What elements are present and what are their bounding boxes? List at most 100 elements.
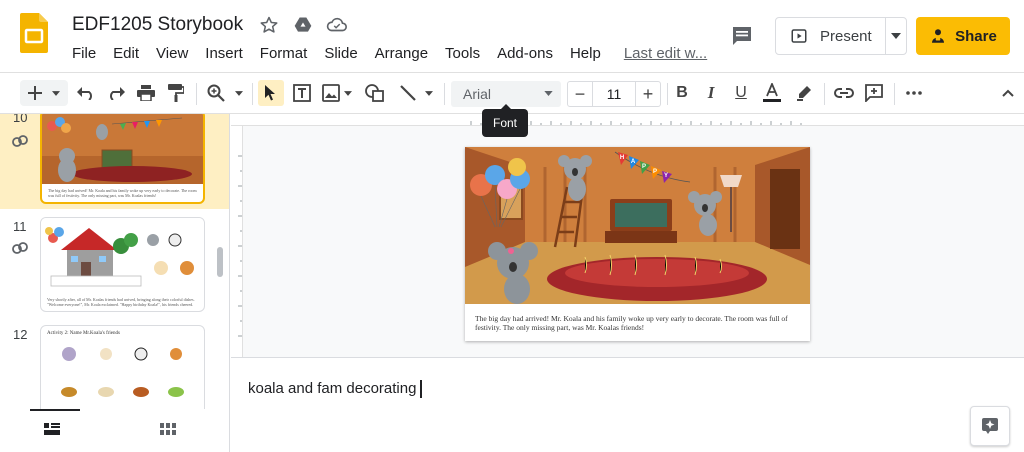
house-and-friends-illustration (41, 218, 204, 293)
activity-title: Activity 2: Name Mr.Koala's friends (47, 331, 120, 336)
current-slide[interactable]: H A P P Y The big day had arrived! Mr. K… (465, 147, 810, 341)
paint-format-button[interactable] (164, 80, 188, 106)
zoom-button[interactable] (204, 80, 246, 106)
more-horiz-icon (906, 91, 922, 95)
print-button[interactable] (134, 80, 158, 106)
menu-slide[interactable]: Slide (324, 45, 364, 62)
explore-button[interactable] (970, 406, 1010, 446)
link-icon (834, 88, 854, 98)
text-box-button[interactable] (290, 80, 314, 106)
filmstrip-view-icon (44, 423, 60, 435)
shape-button[interactable] (362, 80, 388, 106)
filmstrip-view-button[interactable] (44, 422, 60, 440)
slide-thumbnail: Very shortly after, all of Mr. Koalas fr… (40, 217, 205, 312)
share-button[interactable]: Share (916, 17, 1010, 55)
caret-down-icon (544, 91, 553, 96)
increase-font-size-button[interactable]: + (636, 82, 660, 106)
linked-object-icon (12, 135, 28, 147)
font-size-input[interactable]: 11 (592, 82, 636, 106)
move-to-drive-icon[interactable] (292, 14, 314, 36)
menu-help[interactable]: Help (570, 45, 608, 62)
present-options-button[interactable] (886, 33, 906, 39)
menu-addons[interactable]: Add-ons (497, 45, 560, 62)
filmstrip-scrollbar[interactable] (217, 247, 223, 277)
app-header: EDF1205 Storybook File Edit View Insert … (0, 0, 1024, 72)
caret-down-icon (235, 90, 243, 96)
menu-insert[interactable]: Insert (205, 45, 250, 62)
banner-letter: P (642, 164, 646, 170)
filmstrip-footer (0, 409, 229, 452)
line-icon (400, 85, 416, 101)
menu-tools[interactable]: Tools (445, 45, 487, 62)
text-color-button[interactable] (760, 80, 784, 106)
slides-logo-icon[interactable] (20, 13, 48, 53)
new-slide-button[interactable] (20, 80, 68, 106)
menu-file[interactable]: File (72, 45, 103, 62)
insert-image-button[interactable] (318, 80, 356, 106)
cursor-arrow-icon (265, 85, 275, 101)
party-room-illustration[interactable]: H A P P Y (465, 147, 810, 304)
menu-edit[interactable]: Edit (113, 45, 146, 62)
slide-filmstrip: 10 The big day had arrived! Mr. Koala an… (0, 114, 230, 452)
caret-down-icon (344, 90, 352, 96)
share-label: Share (955, 27, 997, 45)
filmstrip-slide-10[interactable]: 10 The big day had arrived! Mr. Koala an… (0, 114, 229, 209)
menu-format[interactable]: Format (260, 45, 315, 62)
present-icon (791, 29, 807, 43)
italic-button[interactable]: I (700, 80, 722, 106)
plus-icon (28, 86, 42, 100)
active-view-indicator (30, 409, 80, 411)
font-size-control: − 11 + (567, 81, 661, 107)
highlight-color-button[interactable] (792, 80, 816, 106)
slide-number: 11 (13, 219, 27, 234)
menu-arrange[interactable]: Arrange (375, 45, 435, 62)
grid-view-icon (160, 423, 176, 435)
bold-button[interactable]: B (671, 80, 693, 106)
redo-button[interactable] (104, 80, 128, 106)
speaker-notes-panel[interactable]: koala and fam decorating (231, 357, 1024, 452)
cloud-status-icon[interactable] (326, 14, 348, 36)
text-box-icon (293, 84, 311, 102)
grid-view-button[interactable] (160, 422, 176, 440)
present-button-group: Present (775, 17, 907, 55)
highlight-pen-icon (797, 86, 811, 101)
insert-link-button[interactable] (832, 80, 856, 106)
line-button[interactable] (394, 80, 438, 106)
horizontal-ruler (231, 114, 1024, 126)
select-tool-button[interactable] (258, 80, 284, 106)
slide-editor-canvas[interactable]: H A P P Y The big day had arrived! Mr. K… (231, 114, 1024, 357)
comment-icon (733, 27, 751, 45)
slide-thumbnail: Activity 2: Name Mr.Koala's friends (40, 325, 205, 417)
add-comment-icon (865, 84, 883, 102)
menu-bar: File Edit View Insert Format Slide Arran… (72, 45, 724, 62)
menu-view[interactable]: View (156, 45, 195, 62)
vertical-ruler (231, 126, 243, 357)
filmstrip-slide-11[interactable]: 11 Very shortly after, all of Mr. Koalas… (0, 216, 229, 316)
undo-button[interactable] (74, 80, 98, 106)
toolbar-divider (444, 83, 445, 105)
filmstrip-slide-12[interactable]: 12 Activity 2: Name Mr.Koala's friends (0, 324, 229, 417)
star-icon[interactable] (258, 14, 280, 36)
toolbar-divider (894, 83, 895, 105)
print-icon (137, 85, 155, 101)
comments-button[interactable] (730, 24, 754, 48)
add-comment-button[interactable] (862, 80, 886, 106)
slide-thumbnail: The big day had arrived! Mr. Koala and h… (40, 114, 205, 204)
toolbar-divider (252, 83, 253, 105)
speaker-notes-content: koala and fam decorating (248, 380, 417, 397)
present-button[interactable]: Present (776, 18, 886, 54)
decrease-font-size-button[interactable]: − (568, 82, 592, 106)
document-title[interactable]: EDF1205 Storybook (72, 14, 243, 36)
slide-caption-text[interactable]: The big day had arrived! Mr. Koala and h… (475, 314, 800, 332)
last-edit-link[interactable]: Last edit w... (624, 45, 714, 62)
undo-icon (77, 87, 92, 100)
underline-button[interactable]: U (730, 80, 752, 106)
speaker-notes-text[interactable]: koala and fam decorating (248, 380, 423, 399)
banner-letter: H (620, 155, 624, 161)
toolbar: Arial − 11 + B I U (0, 72, 1024, 114)
more-options-button[interactable] (902, 80, 926, 106)
text-color-icon (763, 83, 781, 102)
toolbar-divider (824, 83, 825, 105)
font-family-value: Arial (463, 86, 492, 102)
collapse-menus-button[interactable] (996, 80, 1020, 106)
